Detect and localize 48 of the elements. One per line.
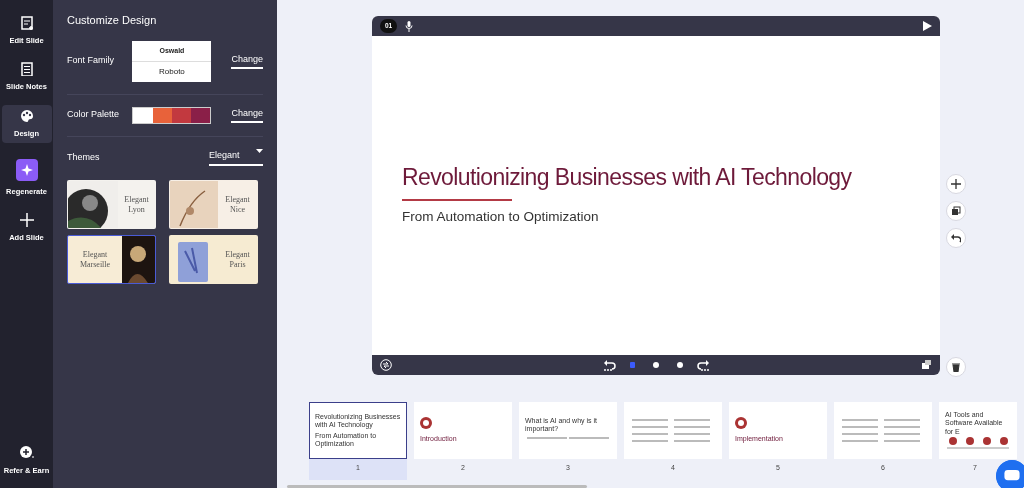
undo-icon (951, 233, 961, 243)
theme-name: Elegant Lyon (123, 195, 150, 214)
plus-icon (19, 213, 34, 227)
delete-button[interactable] (946, 357, 966, 377)
cards-drawing (945, 436, 1011, 451)
panel-title: Customize Design (67, 13, 158, 28)
theme-name: Elegant Paris (224, 250, 251, 269)
microphone-icon[interactable] (405, 20, 414, 32)
slide-action-button[interactable] (946, 174, 966, 194)
theme-card[interactable]: Elegant Marseille (67, 235, 156, 284)
duplicate-icon (951, 206, 961, 216)
field-label: Color Palette (67, 108, 121, 122)
slide-dot[interactable] (677, 362, 683, 368)
undo-icon[interactable] (603, 359, 617, 371)
field-label: Font Family (67, 54, 115, 68)
theme-dropdown[interactable]: Elegant (209, 148, 263, 166)
slide-subtitle: From Automation to Optimization (402, 208, 600, 227)
slide-action-button[interactable] (946, 201, 966, 221)
section-label: Themes (67, 150, 100, 164)
caret-icon (256, 148, 263, 153)
theme-card[interactable]: Elegant Nice (169, 180, 258, 229)
theme-name: Elegant Nice (224, 195, 251, 214)
swap-icon[interactable] (380, 359, 392, 371)
play-icon[interactable] (923, 21, 932, 31)
change-link[interactable]: Change (231, 107, 263, 123)
chat-icon[interactable] (996, 460, 1024, 488)
redo-icon[interactable] (696, 359, 710, 371)
badge-icon (420, 417, 432, 430)
badge-icon (735, 417, 747, 430)
notes-icon (19, 62, 34, 77)
slide-thumbnail[interactable] (834, 402, 932, 459)
change-link[interactable]: Change (231, 53, 263, 69)
slide-title: Revolutionizing Businesses with AI Technology (402, 163, 853, 193)
theme-name: Elegant Marseille (78, 250, 112, 269)
font-name: Roboto (159, 66, 185, 76)
slide-dot[interactable] (653, 362, 659, 368)
slide-action-button[interactable] (946, 228, 966, 248)
theme-card[interactable]: Elegant Lyon (67, 180, 156, 229)
theme-card[interactable]: Elegant Paris (169, 235, 258, 284)
color-palette[interactable] (132, 106, 212, 124)
trash-icon (952, 362, 960, 372)
scrollbar[interactable] (287, 484, 587, 488)
add-icon (951, 179, 961, 189)
edit-icon (19, 16, 34, 30)
slide-thumbnail[interactable] (624, 402, 722, 459)
sparkle-icon (15, 158, 38, 181)
palette-icon (19, 108, 34, 123)
stack-icon[interactable] (921, 360, 932, 370)
